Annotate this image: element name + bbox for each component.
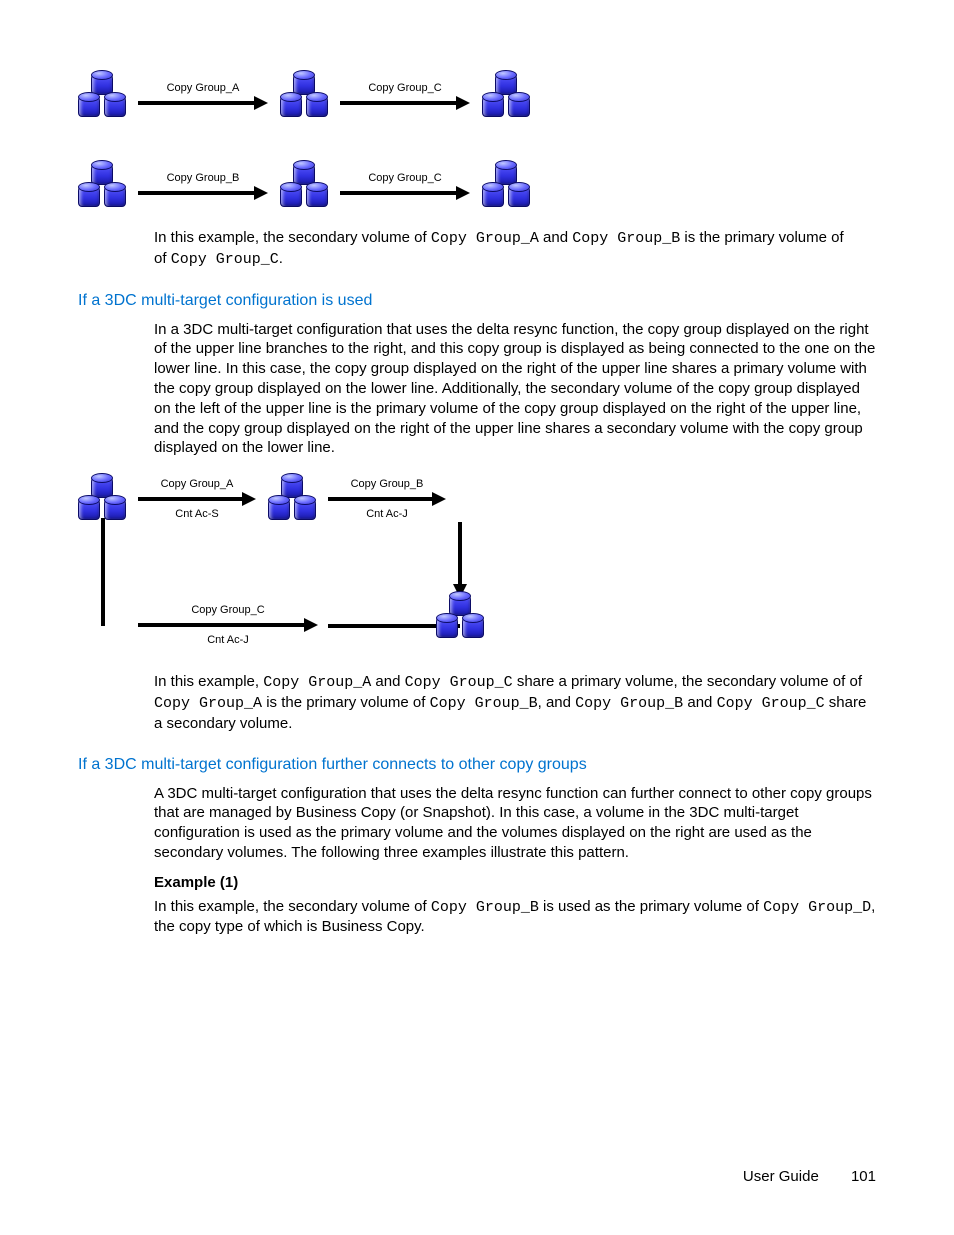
text: In this example,: [154, 673, 263, 690]
text: In this example, the secondary volume of: [154, 229, 431, 246]
arrow-box: Copy Group_B: [138, 172, 268, 200]
arrow-right-icon: [340, 186, 470, 200]
text: , and: [538, 694, 576, 711]
arrow-label: Copy Group_C: [191, 604, 264, 616]
text: .: [279, 250, 283, 267]
text: share a primary volume, the secondary vo…: [513, 673, 850, 690]
footer-label: User Guide: [743, 1168, 819, 1185]
paragraph: In a 3DC multi-target configuration that…: [154, 320, 876, 459]
code-ref: Copy Group_A: [431, 230, 539, 247]
text: and: [371, 673, 404, 690]
text: is the primary volume of: [680, 229, 843, 246]
code-ref: Copy Group_B: [430, 695, 538, 712]
volume-cluster-icon: [78, 73, 126, 119]
code-ref: Copy Group_C: [171, 251, 279, 268]
code-ref: Copy Group_B: [575, 695, 683, 712]
arrow-right-icon: [340, 96, 470, 110]
arrow-label: Copy Group_C: [368, 82, 441, 94]
arrow-right-icon: [328, 492, 446, 506]
text: is the primary volume of: [262, 694, 430, 711]
paragraph: A 3DC multi-target configuration that us…: [154, 784, 876, 863]
text: and: [683, 694, 716, 711]
code-ref: Copy Group_A: [154, 695, 262, 712]
heading-3dc: If a 3DC multi-target configuration is u…: [78, 292, 876, 310]
arrow-label: Copy Group_B: [167, 172, 240, 184]
arrow-box: Copy Group_A Cnt Ac-S: [138, 478, 256, 520]
arrow-right-icon: [138, 96, 268, 110]
arrow-label: Copy Group_A: [161, 478, 234, 490]
arrow-label: Copy Group_A: [167, 82, 240, 94]
heading-3dc-further: If a 3DC multi-target configuration furt…: [78, 756, 876, 774]
arrow-sublabel: Cnt Ac-J: [366, 508, 408, 520]
arrow-label: Copy Group_C: [368, 172, 441, 184]
diagram-cascade-two-rows: Copy Group_A Copy Group_C Copy Group_B: [78, 66, 876, 216]
arrow-right-icon: [138, 186, 268, 200]
volume-cluster-icon: [436, 594, 484, 640]
volume-cluster-icon: [482, 73, 530, 119]
code-ref: Copy Group_B: [572, 230, 680, 247]
paragraph: In this example, the secondary volume of…: [154, 897, 876, 938]
code-ref: Copy Group_C: [717, 695, 825, 712]
volume-cluster-icon: [482, 163, 530, 209]
arrow-box: Copy Group_A: [138, 82, 268, 110]
page-footer: User Guide 101: [743, 1168, 876, 1185]
text: and: [539, 229, 572, 246]
volume-cluster-icon: [280, 163, 328, 209]
paragraph: In this example, Copy Group_A and Copy G…: [154, 672, 876, 733]
arrow-right-icon: [138, 618, 318, 632]
arrow-sublabel: Cnt Ac-J: [207, 634, 249, 646]
arrow-right-icon: [138, 492, 256, 506]
arrow-box: Copy Group_C Cnt Ac-J: [138, 604, 318, 646]
example-heading: Example (1): [154, 873, 876, 893]
arrow-box: Copy Group_C: [340, 172, 470, 200]
volume-cluster-icon: [280, 73, 328, 119]
code-ref: Copy Group_A: [263, 674, 371, 691]
arrow-sublabel: Cnt Ac-S: [175, 508, 218, 520]
code-ref: Copy Group_C: [405, 674, 513, 691]
arrow-label: Copy Group_B: [351, 478, 424, 490]
volume-cluster-icon: [78, 476, 126, 522]
code-ref: Copy Group_B: [431, 899, 539, 916]
code-ref: Copy Group_D: [763, 899, 871, 916]
diagram-3dc-multi-target: Copy Group_A Cnt Ac-S Copy Group_B Cnt A…: [78, 476, 876, 656]
paragraph: In this example, the secondary volume of…: [154, 228, 876, 270]
text: is used as the primary volume of: [539, 898, 763, 915]
page-number: 101: [851, 1168, 876, 1185]
arrow-box: Copy Group_B Cnt Ac-J: [328, 478, 446, 520]
volume-cluster-icon: [78, 163, 126, 209]
text: In this example, the secondary volume of: [154, 898, 431, 915]
arrow-box: Copy Group_C: [340, 82, 470, 110]
volume-cluster-icon: [268, 476, 316, 522]
